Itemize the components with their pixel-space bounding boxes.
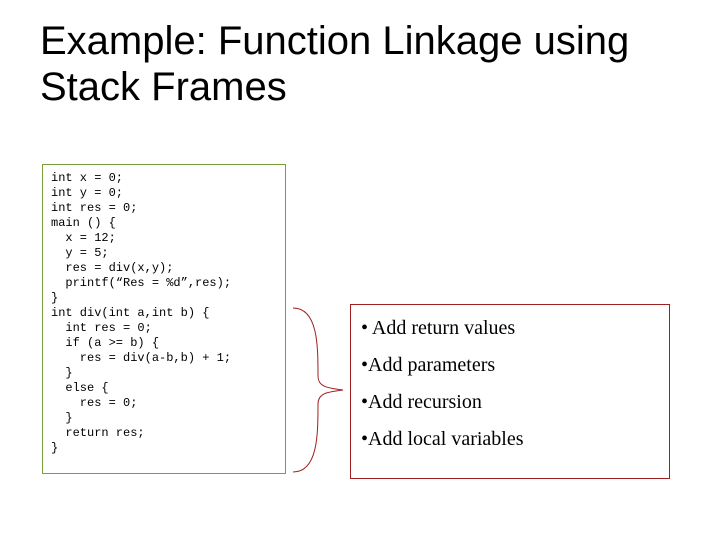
slide: { "title": "Example: Function Linkage us…: [0, 0, 720, 540]
bullet-item: •Add recursion: [361, 391, 659, 414]
bullet-item: •Add local variables: [361, 428, 659, 451]
slide-title: Example: Function Linkage using Stack Fr…: [40, 18, 680, 110]
bullet-item: • Add return values: [361, 317, 659, 340]
bullet-item: •Add parameters: [361, 354, 659, 377]
code-sample: int x = 0; int y = 0; int res = 0; main …: [42, 164, 286, 474]
curly-brace-icon: [288, 306, 348, 474]
bullet-list: • Add return values •Add parameters •Add…: [350, 304, 670, 479]
